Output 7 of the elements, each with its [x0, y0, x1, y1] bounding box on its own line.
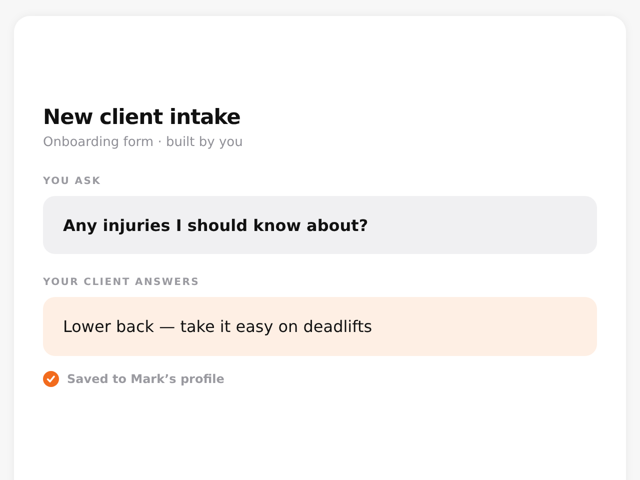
form-subtitle: Onboarding form · built by you	[43, 135, 244, 150]
form-title: New client intake	[43, 104, 242, 131]
question-label: YOU ASK	[43, 176, 102, 187]
answer-box: Lower back — take it easy on deadlifts	[43, 297, 597, 356]
saved-status: Saved to Mark’s profile	[67, 372, 224, 386]
answer-label: YOUR CLIENT ANSWERS	[43, 277, 200, 288]
question-box: Any injuries I should know about?	[43, 196, 597, 254]
